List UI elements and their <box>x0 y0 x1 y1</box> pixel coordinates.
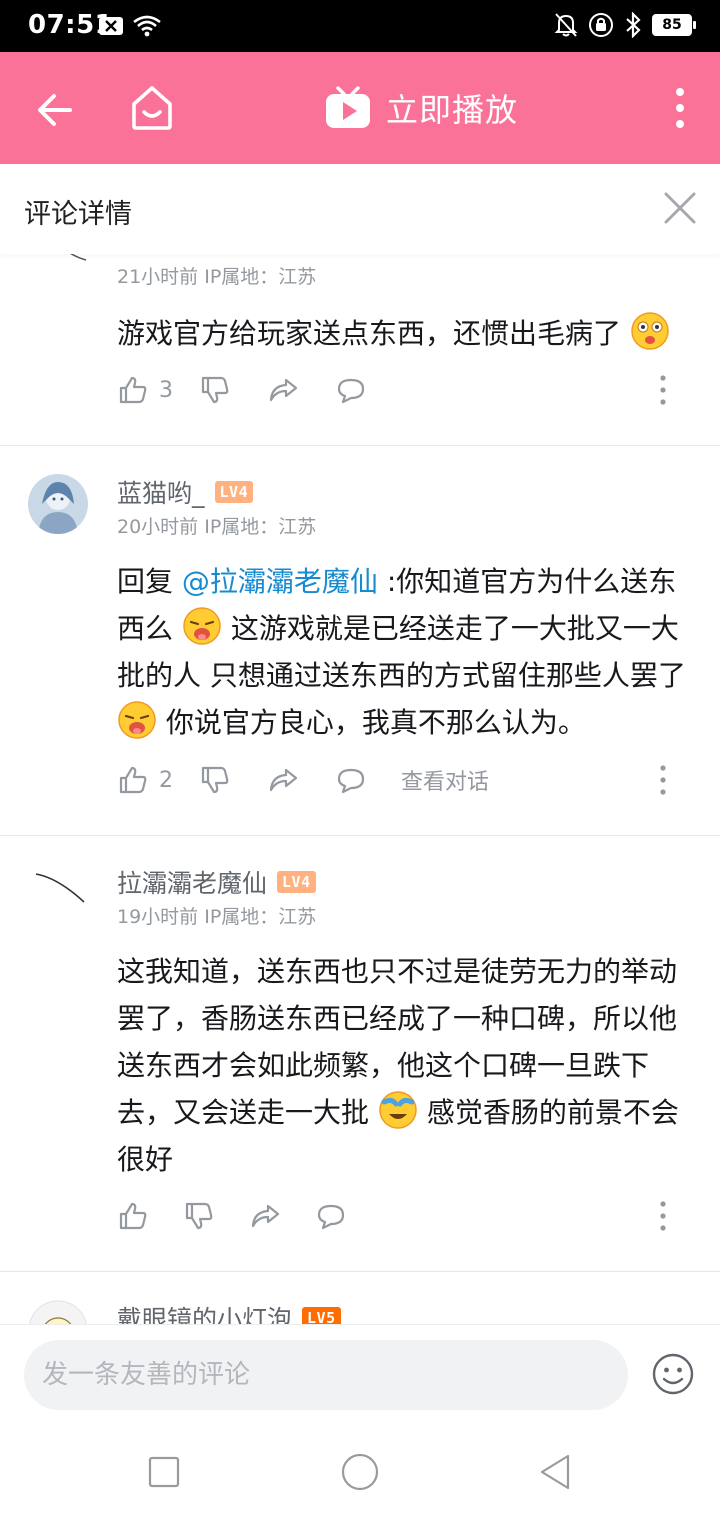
close-icon[interactable] <box>662 190 698 226</box>
like-count: 2 <box>159 767 173 793</box>
notification-x-icon <box>99 17 123 35</box>
level-badge: LV4 <box>214 481 254 503</box>
reply-button[interactable] <box>335 764 367 796</box>
comment-actions: 3 <box>117 370 699 410</box>
status-left-icons <box>98 14 162 38</box>
comment-text: 这我知道，送东西也只不过是徒劳无力的举动罢了，香肠送东西已经成了一种口碑，所以他… <box>117 948 699 1183</box>
wifi-icon <box>133 15 161 37</box>
more-vertical-icon[interactable] <box>666 86 694 130</box>
comment-bubble-icon <box>337 378 365 404</box>
comment-list[interactable]: 21小时前 IP属地：江苏 游戏官方给玩家送点东西，还惯出毛病了 3 蓝猫哟_ … <box>0 254 720 1324</box>
like-button[interactable]: 3 <box>117 374 173 406</box>
home-circle-icon[interactable] <box>340 1452 380 1492</box>
comment-username[interactable]: 拉灞灞老魔仙 <box>117 864 267 900</box>
thumb-up-icon <box>119 766 147 794</box>
comment-text: 回复 @拉灞灞老魔仙 :你知道官方为什么送东西么 这游戏就是已经送走了一大批又一… <box>117 558 699 746</box>
yummy-emoji-icon <box>118 701 156 739</box>
comment-detail-header: 评论详情 <box>0 164 720 254</box>
share-button[interactable] <box>267 764 299 796</box>
share-button[interactable] <box>249 1200 281 1232</box>
more-vertical-icon[interactable] <box>657 764 669 796</box>
thumb-up-icon <box>119 376 147 404</box>
thumb-down-icon <box>185 1202 213 1230</box>
comment-text: 游戏官方给玩家送点东西，还惯出毛病了 <box>117 310 699 357</box>
thumb-down-icon <box>201 376 229 404</box>
recent-apps-icon[interactable] <box>144 1452 184 1492</box>
comment-username[interactable]: 戴眼镜的小灯泡 <box>117 1300 292 1324</box>
sheet-title: 评论详情 <box>24 199 132 230</box>
like-button[interactable]: 2 <box>117 764 173 796</box>
comment-item: 蓝猫哟_ LV4 20小时前 IP属地：江苏 回复 @拉灞灞老魔仙 :你知道官方… <box>0 446 720 836</box>
dislike-button[interactable] <box>199 764 231 796</box>
share-arrow-icon <box>269 768 298 792</box>
share-arrow-icon <box>251 1204 280 1228</box>
status-bar: 07:51 85 <box>0 0 720 52</box>
comment-input[interactable] <box>24 1340 628 1410</box>
comment-actions: 2 查看对话 <box>117 760 699 800</box>
comment-meta: 19小时前 IP属地：江苏 <box>117 906 317 928</box>
status-right-icons: 85 <box>554 12 696 38</box>
view-conversation-link[interactable]: 查看对话 <box>401 764 489 796</box>
battery-indicator: 85 <box>652 14 696 36</box>
share-button[interactable] <box>267 374 299 406</box>
reply-button[interactable] <box>315 1200 347 1232</box>
thumb-up-icon <box>119 1202 147 1230</box>
level-badge: LV5 <box>302 1307 341 1324</box>
avatar[interactable] <box>28 1300 88 1324</box>
emoji-picker-icon[interactable] <box>652 1353 694 1395</box>
bluetooth-icon <box>626 12 641 38</box>
comment-item: 戴眼镜的小灯泡 LV5 <box>0 1272 720 1324</box>
back-triangle-icon[interactable] <box>536 1452 576 1492</box>
comment-username-row: 戴眼镜的小灯泡 LV5 <box>117 1300 341 1324</box>
more-vertical-icon[interactable] <box>657 374 669 406</box>
comment-username[interactable]: 蓝猫哟_ <box>117 474 205 510</box>
play-now-button[interactable]: 立即播放 <box>324 78 518 138</box>
more-vertical-icon[interactable] <box>657 1200 669 1232</box>
comment-username-row: 拉灞灞老魔仙 LV4 <box>117 864 316 900</box>
yummy-emoji-icon <box>183 607 221 645</box>
comment-bubble-icon <box>317 1204 345 1230</box>
avatar[interactable] <box>28 864 88 924</box>
like-count: 3 <box>159 377 173 403</box>
comment-meta: 20小时前 IP属地：江苏 <box>117 516 317 538</box>
level-badge: LV4 <box>277 871 316 893</box>
back-arrow-icon[interactable] <box>30 86 78 134</box>
avatar[interactable] <box>28 254 88 284</box>
comment-item: 21小时前 IP属地：江苏 游戏官方给玩家送点东西，还惯出毛病了 3 <box>0 254 720 446</box>
play-now-label: 立即播放 <box>386 91 519 129</box>
share-arrow-icon <box>269 378 298 402</box>
thumb-down-icon <box>201 766 229 794</box>
tv-play-icon <box>326 86 370 128</box>
reply-prefix: 回复 <box>117 565 182 598</box>
app-header: 立即播放 <box>0 52 720 164</box>
home-icon[interactable] <box>126 82 178 134</box>
comment-text-body: 游戏官方给玩家送点东西，还惯出毛病了 <box>117 317 622 350</box>
reply-mention-link[interactable]: @拉灞灞老魔仙 <box>182 565 378 598</box>
system-nav-bar <box>0 1424 720 1520</box>
comment-item: 拉灞灞老魔仙 LV4 19小时前 IP属地：江苏 这我知道，送东西也只不过是徒劳… <box>0 836 720 1272</box>
comment-actions <box>117 1196 699 1236</box>
crying-laugh-emoji-icon <box>379 1091 417 1129</box>
surprised-emoji-icon <box>631 312 669 350</box>
comment-meta: 21小时前 IP属地：江苏 <box>117 266 317 288</box>
comment-bubble-icon <box>337 768 365 794</box>
dislike-button[interactable] <box>183 1200 215 1232</box>
reply-button[interactable] <box>335 374 367 406</box>
comment-input-bar <box>0 1324 720 1424</box>
comment-username-row: 蓝猫哟_ LV4 <box>117 474 254 510</box>
bell-muted-icon <box>554 13 578 37</box>
avatar[interactable] <box>28 474 88 534</box>
rotation-lock-icon <box>589 13 613 37</box>
comment-text-part: 你说官方良心，我真不那么认为。 <box>165 706 586 739</box>
dislike-button[interactable] <box>199 374 231 406</box>
like-button[interactable] <box>117 1200 149 1232</box>
